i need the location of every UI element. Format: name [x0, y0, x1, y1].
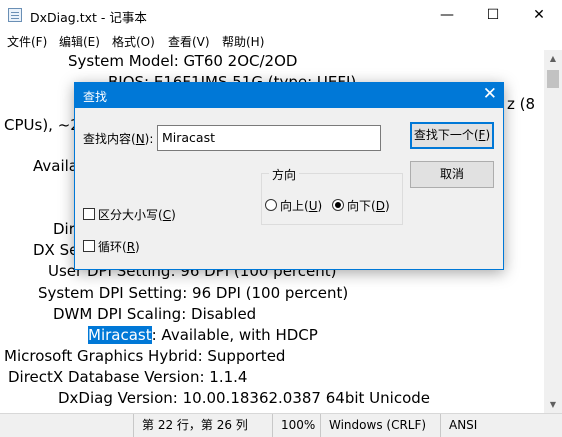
menu-format[interactable]: 格式(O) — [112, 33, 155, 50]
notepad-icon — [8, 8, 22, 22]
title-bar[interactable]: DxDiag.txt - 记事本 — ☐ ✕ — [0, 0, 562, 30]
find-what-input[interactable]: Miracast — [157, 125, 381, 151]
match-case-checkbox[interactable] — [83, 208, 95, 220]
direction-down-label[interactable]: 向下(D) — [347, 197, 390, 214]
minimize-button[interactable]: — — [424, 0, 470, 30]
direction-up-label[interactable]: 向上(U) — [280, 197, 322, 214]
status-line-ending: Windows (CRLF) — [320, 414, 440, 437]
scroll-down-arrow-icon[interactable]: ▼ — [544, 396, 562, 413]
search-match-highlight: Miracast — [88, 326, 152, 344]
text-line: CPUs), ~2 — [4, 116, 80, 134]
text-line: DxDiag Version: 10.00.18362.0387 64bit U… — [58, 389, 430, 407]
status-zoom: 100% — [272, 414, 320, 437]
menu-help[interactable]: 帮助(H) — [222, 33, 264, 50]
text-line: DirectX Database Version: 1.1.4 — [8, 368, 248, 386]
find-dialog-title: 查找 — [83, 90, 108, 104]
text-line: Dir — [53, 220, 75, 238]
miracast-line-rest: : Available, with HDCP — [151, 326, 318, 344]
direction-label: 方向 — [269, 166, 300, 183]
text-line: DX Se — [33, 241, 79, 259]
direction-down-radio[interactable] — [332, 199, 344, 211]
direction-up-radio[interactable] — [265, 199, 277, 211]
text-line: z (8 — [507, 95, 536, 113]
status-position: 第 22 行，第 26 列 — [133, 414, 272, 437]
menu-bar: 文件(F) 编辑(E) 格式(O) 查看(V) 帮助(H) — [0, 30, 562, 50]
text-line: DWM DPI Scaling: Disabled — [53, 305, 257, 323]
wrap-around-checkbox[interactable] — [83, 240, 95, 252]
status-bar: 第 22 行，第 26 列 100% Windows (CRLF) ANSI — [0, 413, 562, 437]
find-dialog-title-bar[interactable]: 查找 ✕ — [75, 83, 503, 108]
find-next-button[interactable]: 查找下一个(F) — [410, 122, 494, 149]
notepad-window: DxDiag.txt - 记事本 — ☐ ✕ 文件(F) 编辑(E) 格式(O)… — [0, 0, 562, 437]
menu-edit[interactable]: 编辑(E) — [59, 33, 100, 50]
cancel-button[interactable]: 取消 — [410, 161, 494, 188]
close-button[interactable]: ✕ — [516, 0, 562, 30]
menu-file[interactable]: 文件(F) — [7, 33, 47, 50]
scroll-up-arrow-icon[interactable]: ▲ — [544, 50, 562, 67]
text-line: System DPI Setting: 96 DPI (100 percent) — [38, 284, 349, 302]
maximize-button[interactable]: ☐ — [470, 0, 516, 30]
wrap-around-label[interactable]: 循环(R) — [98, 238, 140, 255]
text-line: Availa — [33, 157, 78, 175]
match-case-label[interactable]: 区分大小写(C) — [98, 206, 176, 223]
find-dialog: 查找 ✕ 查找内容(N): Miracast 查找下一个(F) 取消 方向 向上… — [74, 82, 504, 270]
find-what-label: 查找内容(N): — [83, 132, 154, 146]
miracast-line: Miracast: Available, with HDCP — [88, 326, 318, 344]
menu-view[interactable]: 查看(V) — [168, 33, 210, 50]
scroll-thumb[interactable] — [547, 70, 559, 88]
find-dialog-close-icon[interactable]: ✕ — [483, 84, 497, 104]
window-title: DxDiag.txt - 记事本 — [30, 10, 147, 25]
text-line: System Model: GT60 2OC/2OD — [68, 52, 298, 70]
status-encoding: ANSI — [440, 414, 562, 437]
text-line: Microsoft Graphics Hybrid: Supported — [4, 347, 286, 365]
vertical-scrollbar[interactable]: ▲ ▼ — [544, 50, 562, 413]
